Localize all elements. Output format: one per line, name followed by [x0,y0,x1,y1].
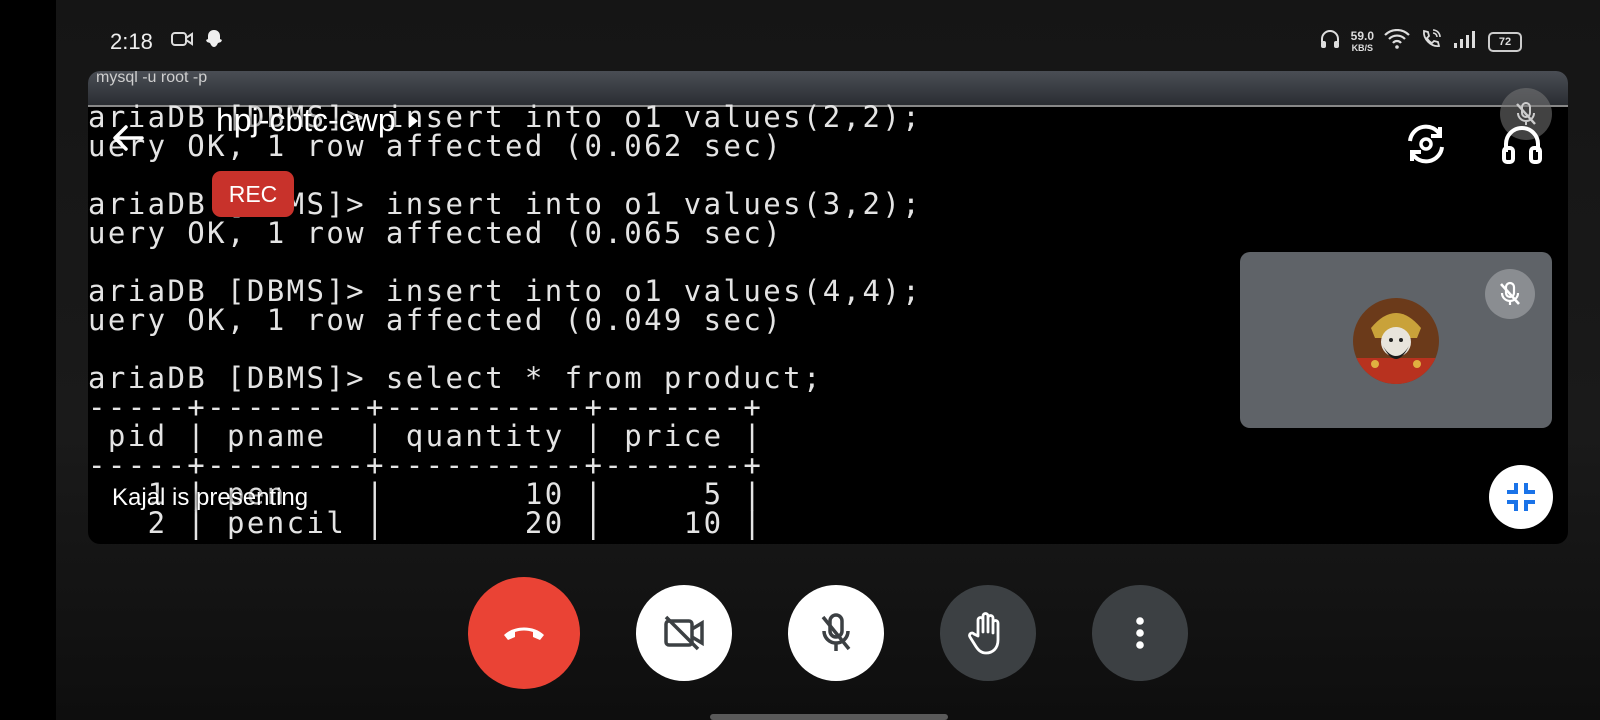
battery-level: 72 [1498,35,1512,48]
self-video-tile[interactable] [1240,252,1552,428]
more-options-button[interactable] [1092,585,1188,681]
collapse-icon [1507,483,1535,511]
headphones-icon [1319,28,1341,55]
end-call-button[interactable] [468,577,580,689]
camera-off-icon [664,615,704,651]
status-time: 2:18 [110,28,153,54]
recording-label: REC [228,180,278,207]
wifi-icon [1384,28,1410,54]
avatar [1353,298,1439,384]
arrow-left-icon [113,125,144,151]
snapchat-icon [203,28,225,55]
meeting-title: hpj-cbtc-cwp [216,102,396,138]
battery-icon: 72 [1488,31,1522,52]
mic-off-icon [1500,281,1520,305]
audio-output-button[interactable] [1496,118,1548,170]
home-indicator [710,714,948,720]
wifi-call-icon [1420,28,1442,55]
terminal-output: ariaDB [DBMS]> insert into o1 values(2,2… [88,100,923,540]
status-bar-right: 59.0 KB/S 72 [1319,28,1522,55]
network-speed-value: 59.0 [1350,28,1374,43]
status-bar-left: 2:18 [110,28,225,55]
left-black-strip [0,0,56,720]
end-call-icon [504,627,544,640]
minimize-button[interactable] [1489,465,1553,529]
mic-toggle-button[interactable] [788,585,884,681]
shared-window-title: mysql -u root -p [96,71,208,86]
more-vert-icon [1136,617,1144,649]
meeting-title-button[interactable]: hpj-cbtc-cwp [216,102,420,139]
switch-camera-button[interactable] [1400,118,1452,170]
back-button[interactable] [108,118,148,158]
network-speed: 59.0 KB/S [1351,30,1374,54]
caret-right-icon [408,113,418,128]
switch-camera-icon [1408,124,1444,164]
tile-mute-indicator [1485,269,1535,319]
video-camera-icon [170,30,193,53]
presenting-label: Kajal is presenting [112,484,309,511]
mic-off-icon [821,613,851,651]
network-speed-unit: KB/S [1351,42,1374,53]
headphones-icon [1502,126,1542,164]
camera-toggle-button[interactable] [636,585,732,681]
hand-icon [968,612,1000,655]
recording-badge: REC [212,171,294,217]
raise-hand-button[interactable] [940,585,1036,681]
signal-icon [1452,29,1478,54]
